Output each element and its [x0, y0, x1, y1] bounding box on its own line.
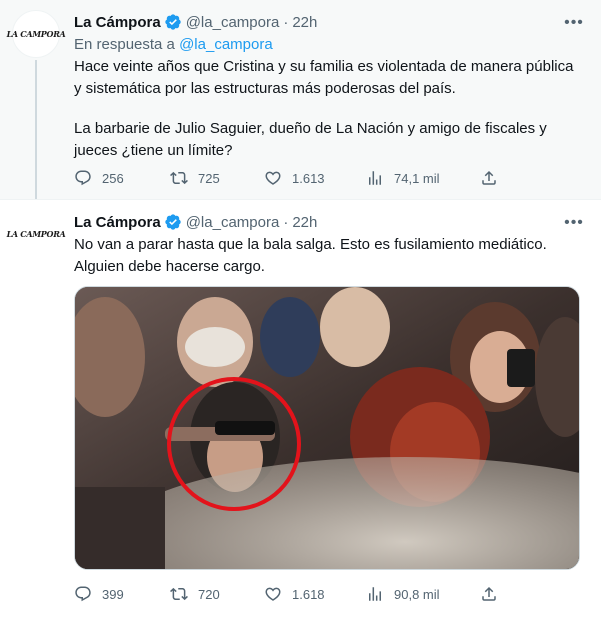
views-count: 74,1 mil [394, 170, 440, 186]
action-bar: 256 725 1.613 74,1 mil [74, 168, 504, 188]
retweet-button[interactable]: 720 [170, 585, 220, 603]
avatar-logo-text: LA CAMPORA [6, 29, 66, 39]
share-button[interactable] [480, 585, 508, 603]
share-button[interactable] [480, 169, 508, 187]
share-icon [480, 585, 498, 603]
like-icon [264, 169, 282, 187]
author-name[interactable]: La Cámpora [74, 214, 161, 231]
separator: · [283, 13, 289, 31]
retweet-count: 720 [198, 586, 220, 602]
action-bar: 399 720 1.618 90,8 mil [74, 584, 504, 604]
retweet-button[interactable]: 725 [170, 169, 220, 187]
separator: · [283, 213, 289, 231]
reply-count: 399 [102, 586, 124, 602]
tweet-text-paragraph: Hace veinte años que Cristina y su famil… [74, 58, 574, 97]
photo-crowd-scene [75, 287, 579, 569]
like-icon [264, 585, 282, 603]
more-icon[interactable]: ••• [561, 10, 587, 36]
thread-line [35, 60, 37, 202]
timestamp[interactable]: 22h [292, 14, 317, 31]
like-count: 1.613 [292, 170, 325, 186]
views-button[interactable]: 90,8 mil [366, 585, 440, 603]
retweet-icon [170, 169, 188, 187]
tweet-2[interactable]: LA CAMPORA La Cámpora @la_campora · 22h … [0, 199, 601, 619]
reply-mention-link[interactable]: @la_campora [179, 36, 273, 53]
tweet-header: La Cámpora @la_campora · 22h [74, 212, 317, 232]
like-count: 1.618 [292, 586, 325, 602]
tweet-media-photo[interactable] [74, 286, 580, 570]
verified-badge-icon [164, 13, 182, 31]
avatar[interactable]: LA CAMPORA [7, 10, 66, 58]
tweet-text-paragraph: La barbarie de Julio Saguier, dueño de L… [74, 120, 547, 159]
reply-prefix: En respuesta a [74, 36, 175, 53]
tweet-header: La Cámpora @la_campora · 22h [74, 12, 317, 32]
share-icon [480, 169, 498, 187]
more-icon[interactable]: ••• [561, 210, 587, 236]
reply-button[interactable]: 256 [74, 169, 124, 187]
views-count: 90,8 mil [394, 586, 440, 602]
retweet-count: 725 [198, 170, 220, 186]
avatar[interactable]: LA CAMPORA [7, 210, 66, 258]
author-handle[interactable]: @la_campora [186, 14, 280, 31]
tweet-text-paragraph: No van a parar hasta que la bala salga. … [74, 236, 547, 275]
reply-count: 256 [102, 170, 124, 186]
views-icon [366, 169, 384, 187]
reply-icon [74, 585, 92, 603]
reply-icon [74, 169, 92, 187]
like-button[interactable]: 1.613 [264, 169, 325, 187]
views-button[interactable]: 74,1 mil [366, 169, 440, 187]
verified-badge-icon [164, 213, 182, 231]
author-name[interactable]: La Cámpora [74, 14, 161, 31]
retweet-icon [170, 585, 188, 603]
author-handle[interactable]: @la_campora [186, 214, 280, 231]
timestamp[interactable]: 22h [292, 214, 317, 231]
like-button[interactable]: 1.618 [264, 585, 325, 603]
tweet-1[interactable]: LA CAMPORA La Cámpora @la_campora · 22h … [0, 0, 601, 202]
reply-context: En respuesta a @la_campora [74, 36, 273, 53]
views-icon [366, 585, 384, 603]
avatar-logo-text: LA CAMPORA [6, 229, 66, 239]
reply-button[interactable]: 399 [74, 585, 124, 603]
